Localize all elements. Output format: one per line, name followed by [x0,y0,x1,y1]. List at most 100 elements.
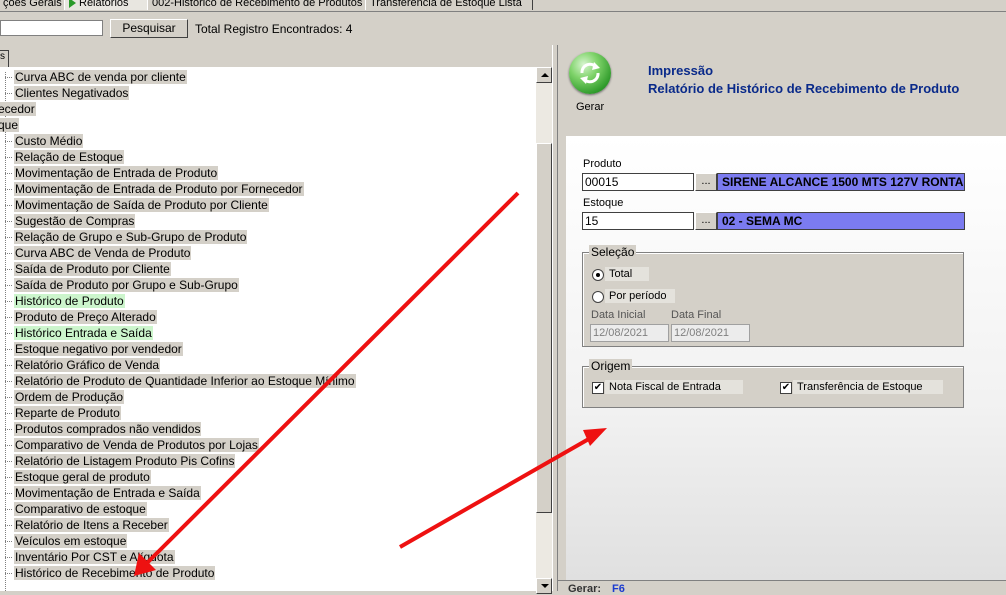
refresh-icon[interactable] [569,52,611,94]
chk-transf-estoque-label[interactable]: Transferência de Estoque [793,380,943,394]
tree-scrollbar[interactable] [536,67,552,594]
tab-bar: ções Gerais Relatórios 002-Histórico de … [0,0,1006,12]
search-button[interactable]: Pesquisar [110,19,188,38]
tree-connector [5,253,12,254]
tree-item[interactable]: Saída de Produto por Cliente [14,262,171,276]
report-tree: Curva ABC de venda por cliente Clientes N… [0,67,536,591]
tree-item-label: Relação de Estoque [14,150,125,164]
produto-lookup-button[interactable]: ... [695,173,717,191]
tree-item-label: Inventário Por CST e Alíquota [14,550,175,564]
tab-opcoes-gerais[interactable]: ções Gerais [0,0,68,10]
tree-item[interactable]: Inventário Por CST e Alíquota [14,550,175,564]
tree-item-label: que [0,118,20,132]
tree-item-label: Sugestão de Compras [14,214,136,228]
tab-label: Relatórios [79,0,129,9]
tree-item[interactable]: Histórico de Produto [14,294,125,308]
radio-periodo-label[interactable]: Por período [605,289,675,303]
tree-item[interactable]: Relatório de Listagem Produto Pis Cofins [14,454,236,468]
tree-item-label: Produtos comprados não vendidos [14,422,202,436]
tree-item[interactable]: Relatório de Produto de Quantidade Infer… [14,374,356,388]
radio-total[interactable] [592,269,604,281]
tree-connector [5,493,12,494]
selecao-group: Seleção Total Por período Data Inicial D… [582,245,964,347]
tree-item[interactable]: Histórico de Recebimento de Produto [14,566,216,580]
tree-item[interactable]: Ordem de Produção [14,390,125,404]
tree-item-label: Movimentação de Saída de Produto por Cli… [14,198,269,212]
tree-item[interactable]: Clientes Negativados [14,86,130,100]
tree-item[interactable]: Sugestão de Compras [14,214,136,228]
tree-item-label: Relatório Gráfico de Venda [14,358,161,372]
tree-item-label: Curva ABC de Venda de Produto [14,246,192,260]
tree-connector [5,333,12,334]
estoque-code-field[interactable]: 15 [582,212,694,230]
scroll-up-button[interactable] [536,67,552,83]
scroll-down-button[interactable] [536,578,552,594]
radio-total-label[interactable]: Total [605,267,649,281]
tree-item[interactable]: Relatório Gráfico de Venda [14,358,161,372]
tree-connector [5,413,12,414]
tree-group[interactable]: ecedor [0,102,36,116]
tree-item-label: Produto de Preço Alterado [14,310,157,324]
tree-connector [5,301,12,302]
tree-item[interactable]: Curva ABC de venda por cliente [14,70,187,84]
chk-transf-estoque[interactable]: ✔ [780,382,792,394]
produto-label: Produto [583,158,622,170]
tree-connector [5,525,12,526]
gerar-label[interactable]: Gerar [576,101,604,113]
produto-code-field[interactable]: 00015 [582,173,694,191]
tree-item-label: Relatório de Produto de Quantidade Infer… [14,374,356,388]
data-inicial-field[interactable]: 12/08/2021 [590,324,669,342]
tree-item[interactable]: Comparativo de Venda de Produtos por Loj… [14,438,259,452]
tree-item-label: Saída de Produto por Cliente [14,262,171,276]
tree-item[interactable]: Movimentação de Entrada e Saída [14,486,201,500]
tree-item-label: Comparativo de Venda de Produtos por Loj… [14,438,259,452]
tab-historico-recebimento[interactable]: 002-Histórico de Recebimento de Produtos [147,0,367,10]
tree-item[interactable]: Histórico Entrada e Saída [14,326,153,340]
tree-item[interactable]: Relação de Grupo e Sub-Grupo de Produto [14,230,248,244]
tree-item[interactable]: Relação de Estoque [14,150,125,164]
data-final-field[interactable]: 12/08/2021 [671,324,750,342]
produto-description: SIRENE ALCANCE 1500 MTS 127V RONTA [717,173,965,191]
search-input[interactable] [0,20,103,36]
tree-item[interactable]: Relatório de Itens a Receber [14,518,169,532]
tree-connector [5,349,12,350]
tree-connector [5,365,12,366]
data-final-label: Data Final [671,309,722,321]
tree-connector [5,173,12,174]
arrow-right-icon [69,0,76,9]
chk-nf-entrada[interactable]: ✔ [592,382,604,394]
tree-group[interactable]: que [0,118,20,132]
tree-item-label: Clientes Negativados [14,86,130,100]
tree-connector [5,72,7,591]
tree-item[interactable]: Produto de Preço Alterado [14,310,157,324]
tree-item[interactable]: Estoque geral de produto [14,470,151,484]
tree-item[interactable]: Custo Médio [14,134,84,148]
tree-item[interactable]: Veículos em estoque [14,534,128,548]
tree-connector [5,93,12,94]
origem-legend: Origem [589,359,633,373]
tree-item[interactable]: Movimentação de Entrada de Produto [14,166,219,180]
estoque-lookup-button[interactable]: ... [695,212,717,230]
tree-item[interactable]: Movimentação de Entrada de Produto por F… [14,182,304,196]
tree-item[interactable]: Produtos comprados não vendidos [14,422,202,436]
tree-item[interactable]: Curva ABC de Venda de Produto [14,246,192,260]
tree-connector [5,189,12,190]
radio-periodo[interactable] [592,291,604,303]
scroll-thumb[interactable] [536,143,552,513]
tree-item[interactable]: Reparte de Produto [14,406,121,420]
tree-item[interactable]: Estoque negativo por vendedor [14,342,183,356]
tree-connector [5,397,12,398]
left-tab-fragment[interactable]: s [0,50,9,68]
chevron-up-icon [541,73,549,77]
tab-relatorios[interactable]: Relatórios [64,0,152,10]
tree-item[interactable]: Movimentação de Saída de Produto por Cli… [14,198,269,212]
tree-connector [5,141,12,142]
chk-nf-entrada-label[interactable]: Nota Fiscal de Entrada [605,380,743,394]
tree-item-label: Curva ABC de venda por cliente [14,70,187,84]
tree-item-label: ecedor [0,102,36,116]
report-title: Relatório de Histórico de Recebimento de… [648,81,960,96]
tree-connector [5,461,12,462]
tree-item[interactable]: Comparativo de estoque [14,502,147,516]
tab-transferencia-estoque[interactable]: Transferência de Estoque Lista [365,0,533,10]
tree-item[interactable]: Saída de Produto por Grupo e Sub-Grupo [14,278,239,292]
